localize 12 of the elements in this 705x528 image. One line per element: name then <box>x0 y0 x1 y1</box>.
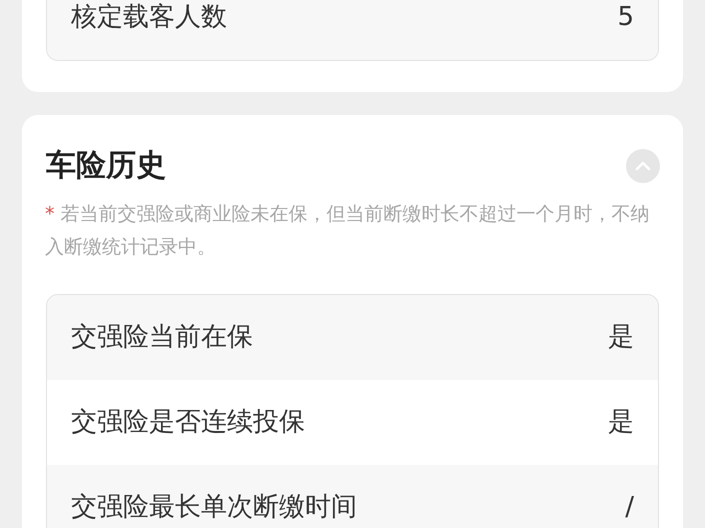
row-value: 是 <box>608 321 634 354</box>
required-mark: * <box>45 203 54 225</box>
row-value: 5 <box>617 1 634 34</box>
row-label: 核定载客人数 <box>71 1 227 34</box>
row-value: / <box>625 491 634 524</box>
row-label: 交强险当前在保 <box>71 321 253 354</box>
row-label: 交强险最长单次断缴时间 <box>71 491 357 524</box>
row-label: 交强险是否连续投保 <box>71 406 305 439</box>
row-value: 是 <box>608 406 634 439</box>
section-title: 车险历史 <box>46 147 166 185</box>
collapse-button[interactable] <box>626 149 660 183</box>
note-text: * 若当前交强险或商业险未在保，但当前断缴时长不超过一个月时，不纳入断缴统计记录中。 <box>45 202 650 260</box>
